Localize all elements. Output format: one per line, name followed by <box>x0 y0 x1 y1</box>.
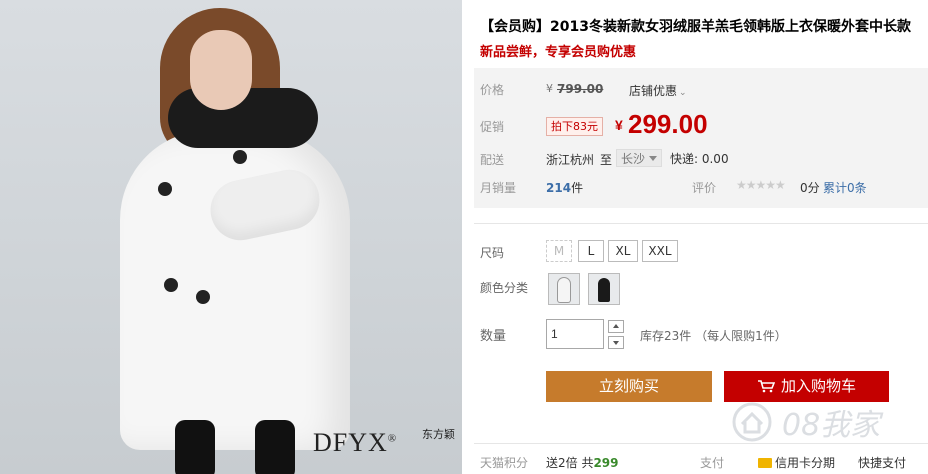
sales-count-wrap: 214件 <box>546 179 583 196</box>
model-leg <box>255 420 295 474</box>
store-promo-dropdown[interactable]: 店铺优惠 ⌄ <box>629 82 687 99</box>
coat-button <box>164 278 178 292</box>
model-leg <box>175 420 215 474</box>
size-option-xxl[interactable]: XXL <box>642 240 678 262</box>
product-title: 【会员购】2013冬装新款女羽绒服羊羔毛领韩版上衣保暖外套中长款 <box>480 19 911 35</box>
watermark-text: 08我家 <box>782 408 881 443</box>
divider <box>474 223 928 224</box>
promo-price: 299.00 <box>628 109 708 139</box>
promo-label: 促销 <box>480 120 505 134</box>
rating-label: 评价 <box>692 181 717 195</box>
chevron-up-icon <box>613 324 619 328</box>
points-value: 299 <box>593 456 619 470</box>
shipping-to-word: 至 <box>600 153 613 167</box>
sales-label: 月销量 <box>480 181 517 195</box>
buy-now-button[interactable]: 立刻购买 <box>546 371 712 402</box>
color-option-white[interactable] <box>548 273 580 305</box>
size-option-m[interactable]: M <box>546 240 572 262</box>
house-icon <box>732 402 772 442</box>
add-to-cart-label: 加入购物车 <box>780 377 856 395</box>
discount-tag: 拍下83元 <box>546 117 603 136</box>
review-count-link[interactable]: 累计0条 <box>823 179 867 196</box>
chevron-down-icon <box>613 341 619 345</box>
chevron-down-icon <box>649 156 657 161</box>
credit-installment[interactable]: 信用卡分期 <box>758 454 835 471</box>
destination-select[interactable]: 长沙 <box>616 149 662 167</box>
quantity-increase-button[interactable] <box>608 320 624 333</box>
quantity-input[interactable]: 1 <box>546 319 604 349</box>
sales-unit: 件 <box>571 181 584 195</box>
original-price: 799.00 <box>557 82 604 96</box>
shipping-label: 配送 <box>480 153 505 167</box>
stock-info: 库存23件 （每人限购1件） <box>640 329 787 343</box>
points-info: 送2倍 共299 <box>546 454 619 471</box>
size-option-l[interactable]: L <box>578 240 604 262</box>
white-coat-thumbnail <box>558 278 570 302</box>
size-label: 尺码 <box>480 246 505 260</box>
shipping-from: 浙江杭州 <box>546 153 595 167</box>
points-label: 天猫积分 <box>480 456 529 470</box>
chevron-down-icon: ⌄ <box>679 88 687 98</box>
credit-label: 信用卡分期 <box>775 456 836 470</box>
points-text: 送2倍 共 <box>546 456 594 470</box>
quantity-label: 数量 <box>480 329 507 344</box>
color-label: 颜色分类 <box>480 281 529 295</box>
brand-cn-name: 东方颖 <box>422 428 455 441</box>
promo-currency: ¥ <box>615 117 623 133</box>
quick-pay[interactable]: 快捷支付 <box>858 454 906 471</box>
quantity-decrease-button[interactable] <box>608 336 624 349</box>
price-label: 价格 <box>480 83 505 97</box>
cart-icon <box>757 380 775 393</box>
coat-button <box>158 182 172 196</box>
rating-stars: ★★★★★ <box>736 178 786 192</box>
product-subtitle: 新品尝鲜，专享会员购优惠 <box>480 45 637 60</box>
rating-score: 0分 <box>800 181 820 195</box>
coat-button <box>196 290 210 304</box>
credit-card-icon <box>758 458 772 468</box>
black-coat-thumbnail <box>598 278 610 302</box>
express-fee: 快递: 0.00 <box>670 152 729 166</box>
site-watermark: 08我家 <box>722 394 922 450</box>
sales-count: 214 <box>546 181 572 195</box>
price-currency: ¥ <box>546 82 553 95</box>
model-coat <box>120 130 350 450</box>
coat-button <box>233 150 247 164</box>
store-promo-label: 店铺优惠 <box>629 84 678 98</box>
pay-label: 支付 <box>700 456 725 470</box>
product-photo: DFYX® 东方颖 <box>0 0 462 474</box>
destination-value: 长沙 <box>621 152 646 166</box>
color-option-black[interactable] <box>588 273 620 305</box>
size-option-xl[interactable]: XL <box>608 240 638 262</box>
brand-logo: DFYX® <box>313 428 398 457</box>
model-face <box>190 30 252 110</box>
